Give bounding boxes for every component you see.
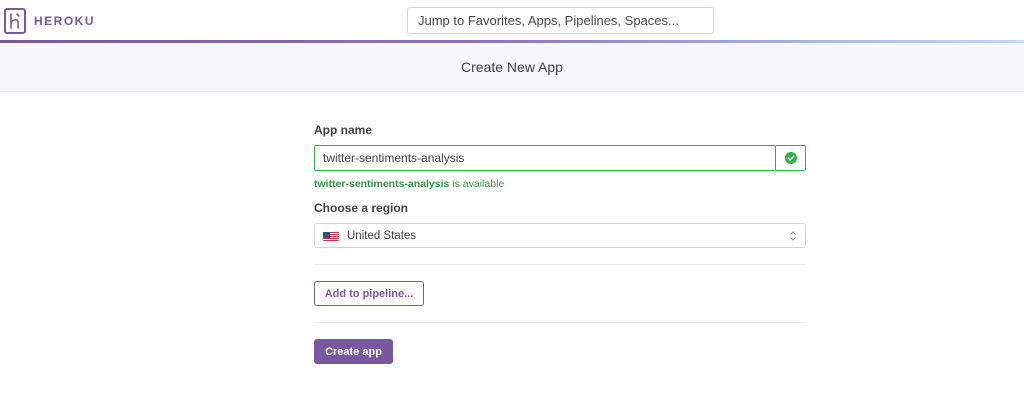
page-title: Create New App [461, 59, 563, 75]
jump-search-input[interactable] [407, 7, 714, 34]
region-value: United States [347, 229, 417, 242]
availability-suffix: is available [449, 178, 505, 190]
check-circle-icon [784, 152, 797, 164]
create-app-button[interactable]: Create app [314, 339, 393, 364]
availability-message: twitter-sentiments-analysis is available [314, 178, 504, 190]
top-nav: HEROKU [0, 0, 1024, 40]
app-name-row [314, 145, 806, 171]
page-header: Create New App [0, 43, 1024, 92]
us-flag-icon [323, 230, 339, 241]
chevron-up-down-icon [789, 229, 797, 243]
add-to-pipeline-button[interactable]: Add to pipeline... [314, 281, 424, 306]
app-name-input[interactable] [314, 145, 776, 171]
region-select[interactable]: United States [314, 223, 806, 248]
heroku-logo[interactable]: HEROKU [4, 8, 95, 34]
brand-name: HEROKU [34, 14, 96, 28]
section-divider [314, 264, 806, 265]
app-name-label: App name [314, 123, 373, 137]
available-app-name: twitter-sentiments-analysis [314, 178, 450, 190]
section-divider [314, 322, 806, 323]
valid-indicator [776, 145, 806, 171]
heroku-logo-icon [4, 8, 26, 34]
region-label: Choose a region [314, 201, 409, 215]
